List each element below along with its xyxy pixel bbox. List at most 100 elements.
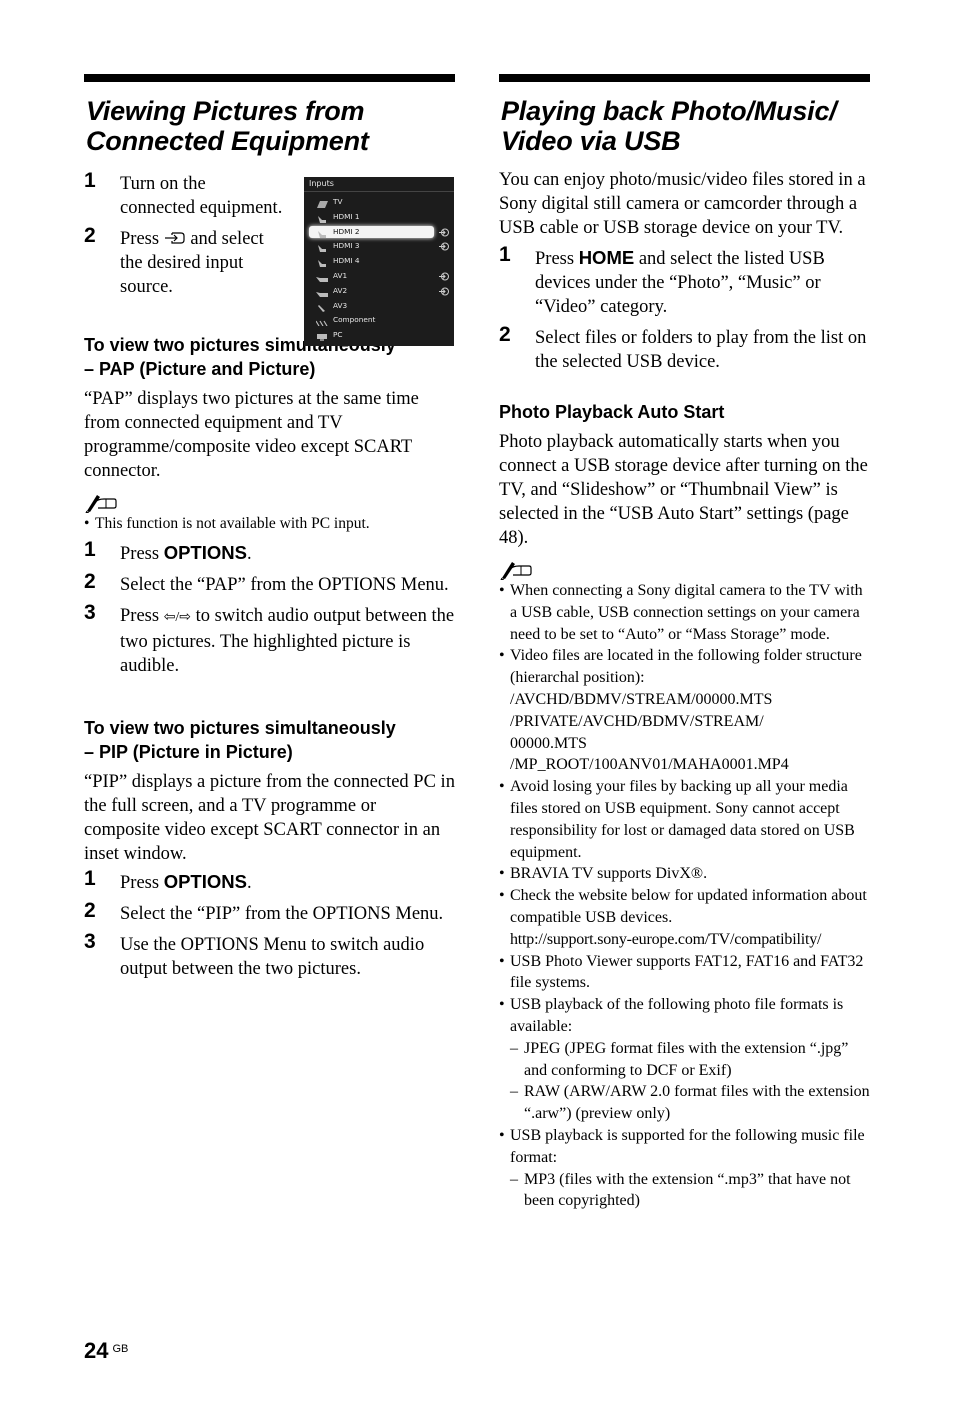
input-item-label: AV2 — [333, 285, 348, 295]
input-item-label: HDMI 2 — [333, 226, 360, 236]
input-item-tv[interactable]: TV — [304, 195, 454, 210]
options-button-label: OPTIONS — [163, 870, 247, 892]
note-item: USB playback is supported for the follow… — [499, 1125, 870, 1169]
title-line: Playing back Photo/Music/ — [501, 96, 837, 126]
step-number: 1 — [84, 169, 96, 192]
step-text: . — [246, 872, 252, 893]
input-item-hdmi-3[interactable]: HDMI 3 — [304, 239, 454, 254]
note-subitem: JPEG (JPEG format files with the extensi… — [499, 1038, 870, 1082]
input-item-hdmi-1[interactable]: HDMI 1 — [304, 210, 454, 225]
external-input-icon — [439, 272, 449, 281]
step-1: 1 Press OPTIONS. — [84, 866, 455, 895]
note-pencil-icon — [85, 495, 117, 513]
step-text: Press — [120, 605, 164, 626]
step-3: 3 Press ⇦/⇨ to switch audio output betwe… — [84, 601, 455, 678]
pap-section: To view two pictures simultaneously – PA… — [84, 333, 455, 678]
page-number-value: 24 — [84, 1338, 109, 1363]
usb-steps: 1 Press HOME and select the listed USB d… — [499, 243, 870, 374]
hdmi-icon — [316, 258, 328, 268]
left-right-arrow-icon: ⇦/⇨ — [163, 609, 192, 625]
tv-icon — [316, 199, 328, 208]
step-1: 1 Press HOME and select the listed USB d… — [499, 243, 870, 319]
composite-icon — [316, 303, 328, 312]
inputs-menu-title: Inputs — [304, 177, 454, 192]
right-column: Playing back Photo/Music/ Video via USB … — [499, 74, 870, 1212]
input-item-av1[interactable]: AV1 — [304, 269, 454, 284]
input-item-label: AV1 — [333, 270, 348, 280]
input-item-label: PC — [333, 330, 343, 340]
folder-path: /AVCHD/BDMV/STREAM/00000.MTS — [510, 690, 773, 708]
pip-heading: To view two pictures simultaneously – PI… — [84, 716, 455, 764]
heading-line: – PAP (Picture and Picture) — [84, 359, 316, 379]
input-item-av2[interactable]: AV2 — [304, 284, 454, 299]
scart-icon — [316, 273, 328, 282]
pap-note: This function is not available with PC i… — [84, 513, 455, 535]
step-text: Select the “PAP” from the OPTIONS Menu. — [120, 574, 449, 595]
step-1: 1 Turn on the connected equipment. — [84, 169, 284, 220]
section-rule — [84, 74, 455, 82]
component-icon — [315, 317, 328, 327]
hdmi-icon — [316, 229, 328, 238]
input-item-pc[interactable]: PC — [304, 328, 454, 343]
step-number: 1 — [84, 866, 96, 890]
usb-intro: You can enjoy photo/music/video files st… — [499, 170, 866, 238]
note-text: Check the website below for updated info… — [510, 887, 867, 926]
support-url-link[interactable]: http://support.sony-europe.com/TV/compat… — [510, 931, 821, 948]
input-item-label: Component — [333, 315, 376, 325]
hdmi-icon — [316, 214, 328, 223]
options-button-label: OPTIONS — [163, 541, 247, 563]
note-item: USB playback of the following photo file… — [499, 994, 870, 1038]
step-number: 3 — [84, 929, 96, 953]
auto-start-heading: Photo Playback Auto Start — [499, 402, 725, 422]
folder-path: 00000.MTS — [510, 734, 587, 752]
input-item-component[interactable]: Component — [304, 313, 454, 328]
pap-steps: 1 Press OPTIONS. 2 Select the “PAP” from… — [84, 538, 455, 678]
hdmi-icon — [316, 243, 328, 253]
step-text: Press — [535, 249, 579, 269]
intro-steps: 1 Turn on the connected equipment. 2 Pre… — [84, 169, 284, 299]
note-item: BRAVIA TV supports DivX®. — [499, 863, 870, 885]
section-title-viewing-pictures: Viewing Pictures from Connected Equipmen… — [86, 96, 455, 156]
external-input-icon — [439, 287, 449, 296]
step-text: Press — [120, 872, 164, 893]
heading-line: – PIP (Picture in Picture) — [84, 741, 293, 762]
note-item: USB Photo Viewer supports FAT12, FAT16 a… — [499, 951, 870, 995]
step-number: 2 — [84, 224, 96, 247]
external-input-icon — [439, 228, 449, 237]
step-text: Press — [120, 229, 160, 249]
step-number: 2 — [84, 569, 96, 593]
page-region-suffix: GB — [112, 1343, 129, 1355]
scart-icon — [316, 288, 328, 297]
home-button-label: HOME — [578, 247, 635, 268]
step-2: 2 Select files or folders to play from t… — [499, 323, 870, 374]
section-title-usb-playback: Playing back Photo/Music/ Video via USB — [501, 96, 870, 156]
input-item-av3[interactable]: AV3 — [304, 299, 454, 314]
pap-body: “PAP” displays two pictures at the same … — [84, 389, 419, 481]
input-item-hdmi-4[interactable]: HDMI 4 — [304, 254, 454, 269]
note-text: Video files are located in the following… — [510, 647, 862, 687]
heading-line: To view two pictures simultaneously — [84, 717, 396, 738]
note-item: Avoid losing your files by backing up al… — [499, 776, 870, 863]
folder-path: /PRIVATE/AVCHD/BDMV/STREAM/ — [510, 712, 764, 730]
auto-start-body: Photo playback automatically starts when… — [499, 432, 868, 548]
note-pencil-icon — [500, 562, 532, 580]
step-2: 2 Select the “PAP” from the OPTIONS Menu… — [84, 569, 455, 597]
step-number: 1 — [499, 243, 511, 266]
note-subitem: MP3 (files with the extension “.mp3” tha… — [499, 1169, 870, 1213]
step-text: . — [246, 543, 252, 564]
input-item-label: HDMI 3 — [333, 241, 360, 251]
step-number: 2 — [499, 323, 511, 346]
step-number: 2 — [84, 898, 96, 922]
step-text: Press — [120, 543, 164, 564]
pc-icon — [316, 332, 328, 342]
title-line: Viewing Pictures from — [86, 96, 365, 126]
step-text: Select files or folders to play from the… — [535, 328, 867, 372]
note-subitem: RAW (ARW/ARW 2.0 format files with the e… — [499, 1081, 870, 1125]
step-text: Select the “PIP” from the OPTIONS Menu. — [120, 903, 444, 924]
input-item-label: HDMI 4 — [333, 256, 360, 266]
pip-section: To view two pictures simultaneously – PI… — [84, 716, 455, 981]
step-3: 3 Use the OPTIONS Menu to switch audio o… — [84, 929, 455, 981]
input-item-hdmi-2[interactable]: HDMI 2 — [304, 225, 454, 240]
section-rule — [499, 74, 870, 82]
step-text: Turn on the connected equipment. — [120, 174, 283, 218]
